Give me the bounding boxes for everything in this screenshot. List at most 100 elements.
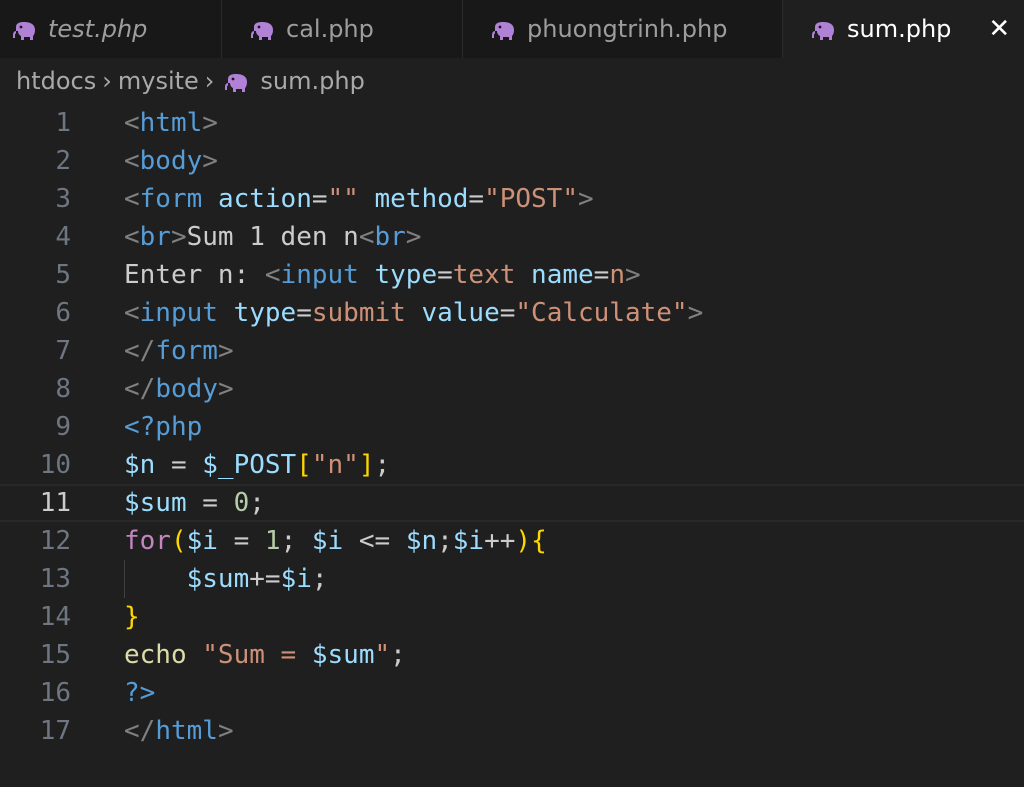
- code-text: <html>: [124, 104, 218, 142]
- code-line[interactable]: 14}: [0, 598, 1024, 636]
- tab-phuongtrinh-php[interactable]: phuongtrinh.php: [463, 0, 783, 58]
- code-token: =: [186, 488, 234, 518]
- code-line[interactable]: 8 </body>: [0, 370, 1024, 408]
- code-token: </: [124, 716, 156, 746]
- line-number: 10: [39, 450, 71, 480]
- code-token: $i: [311, 526, 344, 556]
- code-editor[interactable]: 1 <html> 2 <body> 3 <form action="" method="P…: [0, 104, 1024, 787]
- code-line[interactable]: 6 <input type=submit value="Calculate">: [0, 294, 1024, 332]
- code-token: type: [233, 298, 297, 328]
- line-number: 3: [55, 184, 71, 214]
- code-token: ;: [311, 564, 328, 594]
- code-text: for($i = 1; $i <= $n;$i++){: [124, 522, 547, 560]
- code-text: $sum+=$i;: [124, 560, 328, 598]
- code-token: "Calculate": [515, 298, 688, 328]
- code-text: $sum = 0;: [124, 484, 265, 522]
- code-token: >: [577, 184, 594, 214]
- code-token: ++: [484, 526, 516, 556]
- breadcrumb-item-htdocs[interactable]: htdocs: [16, 67, 96, 95]
- tab-test-php[interactable]: test.php: [0, 0, 222, 58]
- code-line[interactable]: 16 ?>: [0, 674, 1024, 712]
- code-token: </: [124, 374, 156, 404]
- code-line[interactable]: 12 for($i = 1; $i <= $n;$i++){: [0, 522, 1024, 560]
- code-token: echo: [124, 640, 187, 670]
- code-token: ;: [390, 640, 406, 670]
- code-token: br: [374, 222, 406, 252]
- php-elephant-icon: [224, 71, 250, 92]
- code-text: ?>: [124, 674, 155, 712]
- code-token: =: [593, 260, 610, 290]
- code-token: type: [374, 260, 438, 290]
- code-token: form: [139, 184, 203, 214]
- code-line[interactable]: 2 <body>: [0, 142, 1024, 180]
- code-token: =: [437, 260, 453, 290]
- code-token: $sum: [311, 640, 375, 670]
- code-token: ;: [249, 488, 265, 518]
- php-elephant-icon: [12, 19, 38, 40]
- breadcrumb: htdocs › mysite › sum.php: [0, 58, 1024, 104]
- code-text: $n = $_POST["n"];: [124, 446, 390, 484]
- code-line[interactable]: 9 <?php: [0, 408, 1024, 446]
- code-token: ?>: [124, 678, 156, 708]
- code-token: <=: [343, 526, 406, 556]
- code-line[interactable]: 11 $sum = 0;: [0, 484, 1024, 522]
- code-token: }: [124, 602, 140, 632]
- code-token: form: [155, 336, 218, 366]
- code-token: n: [609, 260, 625, 290]
- close-icon[interactable]: ✕: [988, 16, 1010, 42]
- code-line[interactable]: 13 $sum+=$i;: [0, 560, 1024, 598]
- code-line[interactable]: 15 echo "Sum = $sum";: [0, 636, 1024, 674]
- code-token: >: [202, 146, 218, 176]
- code-token: =: [499, 298, 516, 328]
- code-token: ): [515, 526, 532, 556]
- code-token: html: [139, 108, 203, 138]
- code-token: html: [155, 716, 218, 746]
- tab-cal-php[interactable]: cal.php: [222, 0, 463, 58]
- code-token: >: [687, 298, 704, 328]
- code-token: <: [124, 222, 140, 252]
- code-text: }: [124, 598, 140, 636]
- code-token: value: [421, 298, 500, 328]
- code-token: >: [624, 260, 641, 290]
- code-line[interactable]: 4 <br>Sum 1 den n<br>: [0, 218, 1024, 256]
- line-number: 8: [55, 374, 71, 404]
- code-line[interactable]: 1 <html>: [0, 104, 1024, 142]
- code-token: <: [124, 298, 140, 328]
- code-token: $sum: [186, 564, 250, 594]
- code-token: <: [124, 108, 140, 138]
- tab-sum-php[interactable]: sum.php ✕: [783, 0, 1024, 58]
- code-text: echo "Sum = $sum";: [124, 636, 406, 674]
- code-token: <?php: [124, 412, 203, 442]
- chevron-right-icon: ›: [102, 67, 112, 95]
- code-token: <: [264, 260, 281, 290]
- code-text: </html>: [124, 712, 234, 750]
- code-token: name: [531, 260, 594, 290]
- line-number: 15: [39, 640, 71, 670]
- code-text: <body>: [124, 142, 218, 180]
- code-token: action: [217, 184, 312, 214]
- code-line[interactable]: 10 $n = $_POST["n"];: [0, 446, 1024, 484]
- code-text: <br>Sum 1 den n<br>: [124, 218, 421, 256]
- code-line[interactable]: 7 </form>: [0, 332, 1024, 370]
- code-token: ]: [358, 450, 375, 480]
- breadcrumb-item-sum-php[interactable]: sum.php: [260, 67, 364, 95]
- code-line[interactable]: 17 </html>: [0, 712, 1024, 750]
- code-line[interactable]: 5 Enter n: <input type=text name=n>: [0, 256, 1024, 294]
- code-text: <form action="" method="POST">: [124, 180, 594, 218]
- line-number: 17: [39, 716, 71, 746]
- code-text: <?php: [124, 408, 202, 446]
- breadcrumb-item-mysite[interactable]: mysite: [118, 67, 199, 95]
- code-token: >: [202, 108, 218, 138]
- tab-bar: test.php cal.php phuongtrinh.php sum.php…: [0, 0, 1024, 58]
- php-elephant-icon: [811, 19, 837, 40]
- code-token: $i: [452, 526, 485, 556]
- code-line[interactable]: 3 <form action="" method="POST">: [0, 180, 1024, 218]
- code-text: <input type=submit value="Calculate">: [124, 294, 703, 332]
- code-token: $n: [405, 526, 438, 556]
- code-token: $i: [280, 564, 312, 594]
- line-number: 2: [55, 146, 71, 176]
- code-token: "": [327, 184, 359, 214]
